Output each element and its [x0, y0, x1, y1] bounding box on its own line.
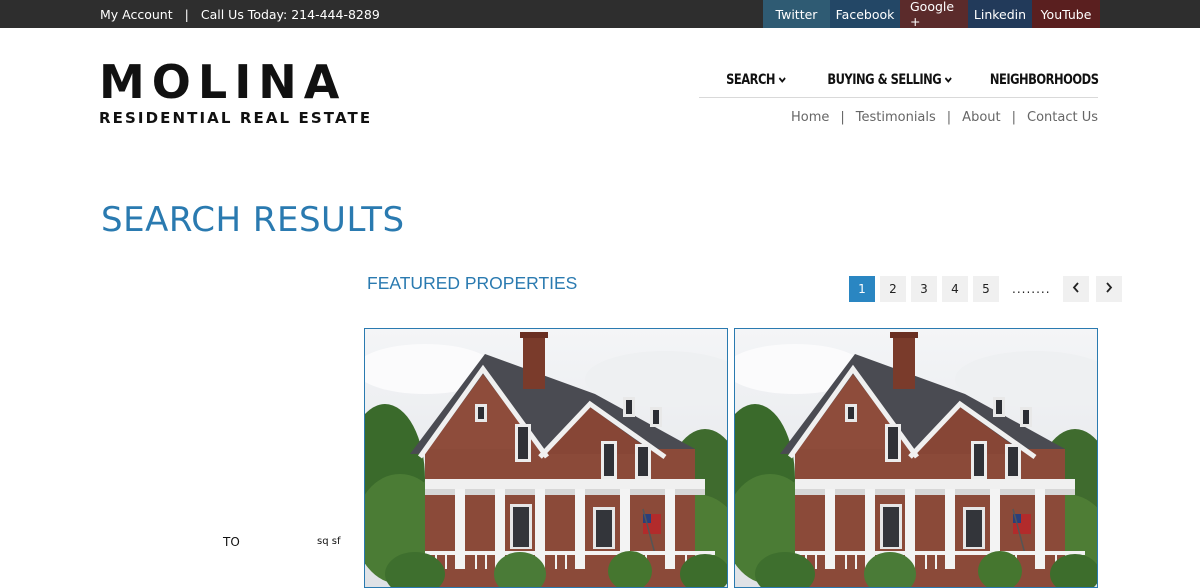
subnav-separator: |: [946, 110, 952, 125]
nav-buying-selling-label: BUYING & SELLING: [826, 72, 941, 88]
page-title: SEARCH RESULTS: [101, 200, 405, 240]
social-links: Twitter Facebook Google + Linkedin YouTu…: [763, 0, 1100, 29]
top-bar: My Account | Call Us Today: 214-444-8289…: [0, 0, 1200, 29]
property-card[interactable]: [734, 328, 1098, 588]
nav-buying-selling[interactable]: BUYING & SELLING: [827, 72, 952, 88]
chevron-left-icon: [1072, 281, 1080, 297]
main-nav: SEARCH BUYING & SELLING NEIGHBORHOODS: [699, 72, 1098, 98]
page-button-5[interactable]: 5: [973, 276, 999, 302]
linkedin-link[interactable]: Linkedin: [968, 0, 1032, 28]
logo-tagline: RESIDENTIAL REAL ESTATE: [99, 109, 373, 127]
nav-search[interactable]: SEARCH: [726, 72, 786, 88]
top-bar-separator: |: [184, 6, 189, 22]
range-to-label: TO: [223, 535, 240, 549]
page-button-1[interactable]: 1: [849, 276, 875, 302]
page-button-3[interactable]: 3: [911, 276, 937, 302]
subnav-testimonials[interactable]: Testimonials: [856, 110, 936, 125]
twitter-link[interactable]: Twitter: [763, 0, 830, 28]
facebook-link[interactable]: Facebook: [830, 0, 900, 28]
featured-properties-heading: FEATURED PROPERTIES: [367, 273, 578, 293]
subnav-separator: |: [840, 110, 845, 125]
page-button-2[interactable]: 2: [880, 276, 906, 302]
nav-search-label: SEARCH: [726, 72, 775, 88]
subnav-home[interactable]: Home: [791, 110, 829, 125]
property-photo: [735, 329, 1097, 587]
my-account-link[interactable]: My Account: [100, 7, 173, 22]
call-us-text: Call Us Today: 214-444-8289: [200, 6, 380, 22]
sub-nav: Home | Testimonials | About | Contact Us: [791, 110, 1098, 125]
site-logo[interactable]: MOLINA RESIDENTIAL REAL ESTATE: [99, 58, 372, 127]
property-photo: [365, 329, 727, 587]
subnav-contact[interactable]: Contact Us: [1027, 110, 1098, 125]
sqsf-label: sq sf: [317, 536, 341, 547]
subnav-about[interactable]: About: [962, 110, 1000, 125]
next-page-button[interactable]: [1095, 276, 1122, 302]
page-button-4[interactable]: 4: [942, 276, 968, 302]
chevron-down-icon: [778, 75, 786, 86]
youtube-link[interactable]: YouTube: [1032, 0, 1100, 28]
chevron-right-icon: [1105, 281, 1113, 297]
property-card[interactable]: [364, 328, 728, 588]
chevron-down-icon: [944, 75, 952, 86]
top-bar-left: My Account | Call Us Today: 214-444-8289: [100, 0, 380, 28]
prev-page-button[interactable]: [1062, 276, 1089, 302]
subnav-separator: |: [1011, 110, 1016, 125]
nav-neighborhoods-label: NEIGHBORHOODS: [989, 72, 1098, 88]
logo-name: MOLINA: [99, 55, 347, 109]
pagination: 1 2 3 4 5 ........: [849, 276, 1129, 302]
nav-neighborhoods[interactable]: NEIGHBORHOODS: [989, 72, 1098, 88]
pagination-ellipsis: ........: [1012, 282, 1051, 296]
google-plus-link[interactable]: Google +: [900, 0, 968, 29]
